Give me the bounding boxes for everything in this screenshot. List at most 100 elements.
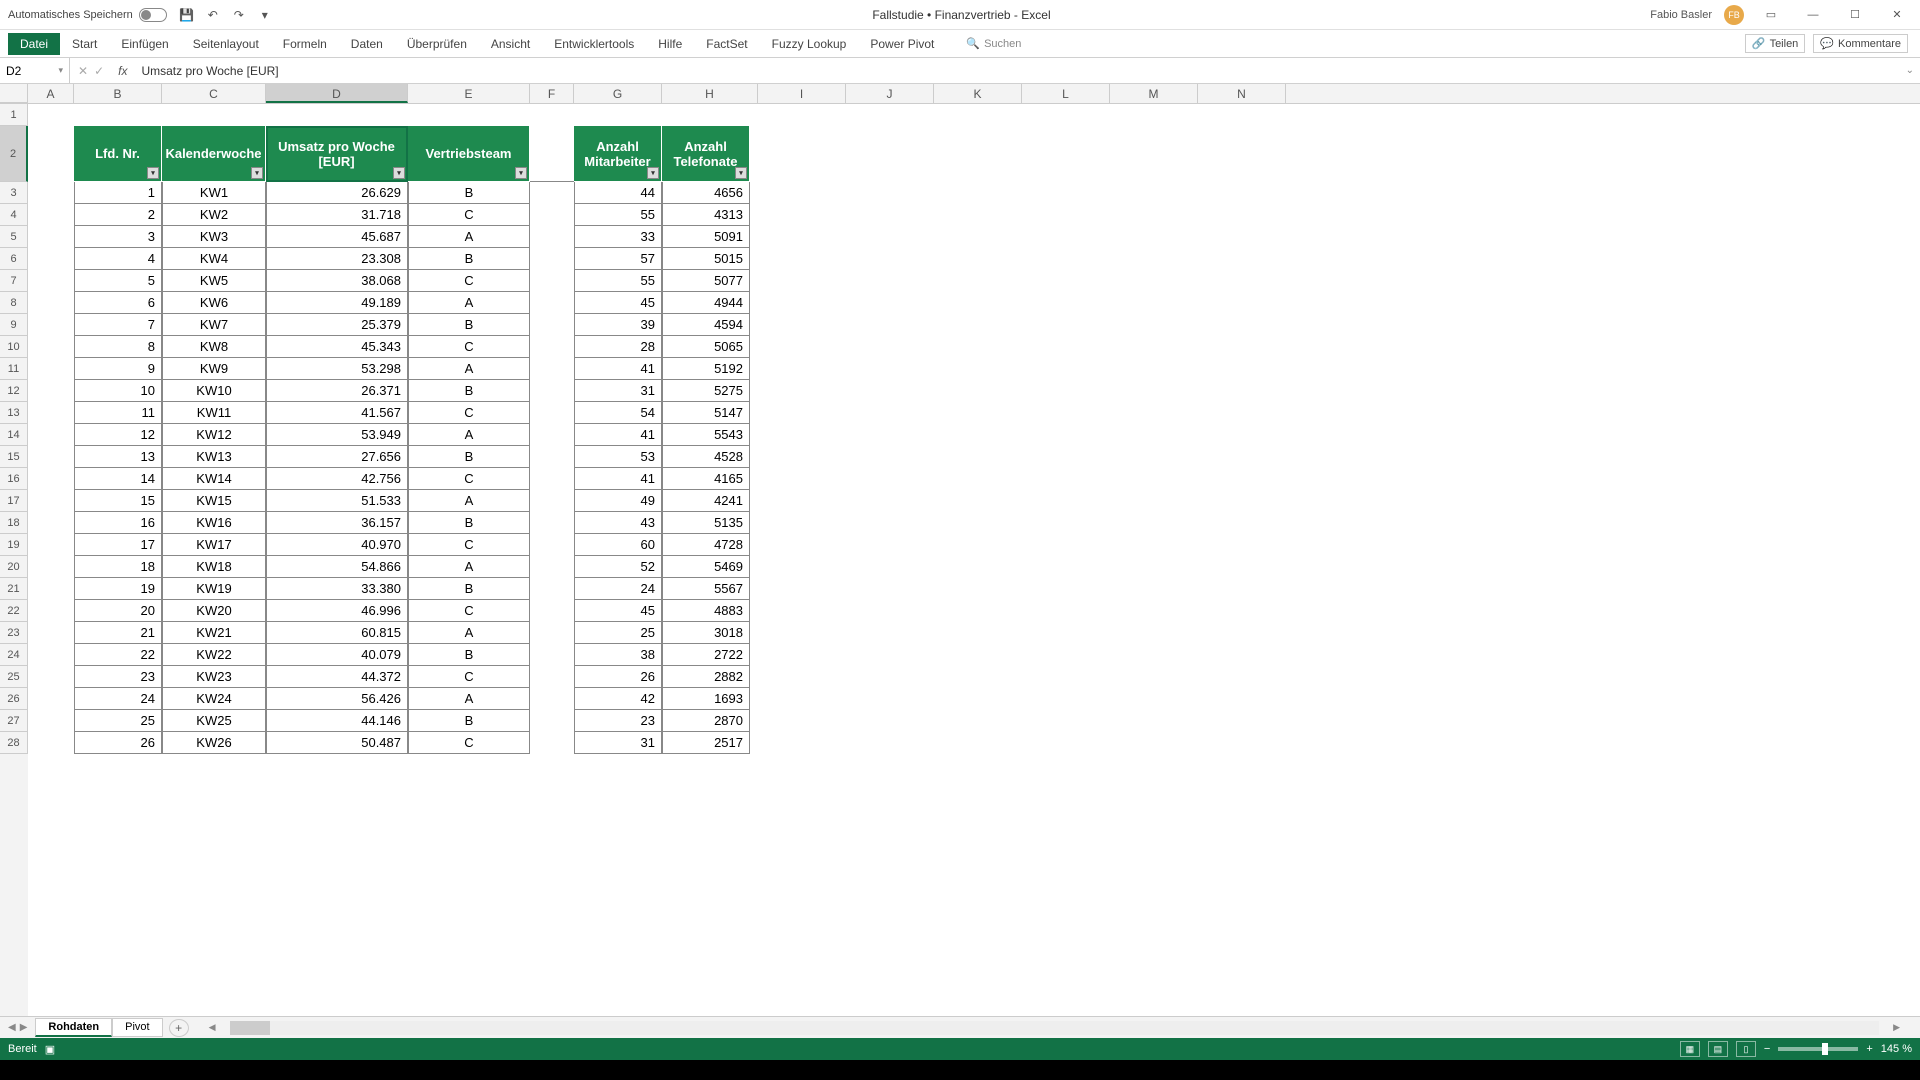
name-box[interactable]: ▾ bbox=[0, 58, 70, 83]
table-cell[interactable]: KW7 bbox=[162, 314, 266, 336]
table-cell[interactable]: 33.380 bbox=[266, 578, 408, 600]
table-cell[interactable]: 5567 bbox=[662, 578, 750, 600]
close-icon[interactable]: ✕ bbox=[1882, 5, 1912, 25]
table-cell[interactable]: 20 bbox=[74, 600, 162, 622]
table-cell[interactable]: 55 bbox=[574, 270, 662, 292]
table-cell[interactable]: 5077 bbox=[662, 270, 750, 292]
column-header-A[interactable]: A bbox=[28, 84, 74, 103]
table-cell[interactable]: KW25 bbox=[162, 710, 266, 732]
page-layout-view-icon[interactable]: ▤ bbox=[1708, 1041, 1728, 1057]
data-table[interactable]: Lfd. Nr.▾Kalenderwoche▾Umsatz pro Woche … bbox=[74, 126, 750, 754]
table-cell[interactable]: 3 bbox=[74, 226, 162, 248]
cell-reference-input[interactable] bbox=[6, 64, 58, 78]
zoom-out-icon[interactable]: − bbox=[1764, 1043, 1770, 1055]
table-cell[interactable]: 16 bbox=[74, 512, 162, 534]
share-button[interactable]: 🔗 Teilen bbox=[1745, 34, 1805, 53]
table-cell[interactable]: 5 bbox=[74, 270, 162, 292]
ribbon-tab-ansicht[interactable]: Ansicht bbox=[479, 33, 542, 55]
row-header-2[interactable]: 2 bbox=[0, 126, 28, 182]
table-cell[interactable]: 56.426 bbox=[266, 688, 408, 710]
toggle-switch[interactable] bbox=[139, 8, 167, 22]
autosave-toggle[interactable]: Automatisches Speichern bbox=[8, 8, 167, 22]
table-cell[interactable]: A bbox=[408, 622, 530, 644]
ribbon-tab-einfügen[interactable]: Einfügen bbox=[109, 33, 180, 55]
scroll-thumb[interactable] bbox=[230, 1021, 270, 1035]
column-header-F[interactable]: F bbox=[530, 84, 574, 103]
table-header-lfd[interactable]: Lfd. Nr.▾ bbox=[74, 126, 162, 182]
table-cell[interactable]: 9 bbox=[74, 358, 162, 380]
record-macro-icon[interactable]: ▣ bbox=[45, 1043, 55, 1056]
row-header-23[interactable]: 23 bbox=[0, 622, 28, 644]
horizontal-scrollbar[interactable]: ◀ ▶ bbox=[209, 1021, 1900, 1035]
row-header-7[interactable]: 7 bbox=[0, 270, 28, 292]
table-cell[interactable]: 4528 bbox=[662, 446, 750, 468]
column-header-H[interactable]: H bbox=[662, 84, 758, 103]
ribbon-tab-daten[interactable]: Daten bbox=[339, 33, 395, 55]
table-cell[interactable]: C bbox=[408, 600, 530, 622]
normal-view-icon[interactable]: ▦ bbox=[1680, 1041, 1700, 1057]
table-cell[interactable]: 17 bbox=[74, 534, 162, 556]
table-row[interactable]: 9KW953.298A415192 bbox=[74, 358, 750, 380]
table-cell[interactable]: 26.629 bbox=[266, 182, 408, 204]
ribbon-tab-factset[interactable]: FactSet bbox=[694, 33, 759, 55]
table-cell[interactable]: 4656 bbox=[662, 182, 750, 204]
table-cell[interactable]: KW11 bbox=[162, 402, 266, 424]
row-header-25[interactable]: 25 bbox=[0, 666, 28, 688]
table-cell[interactable]: 60.815 bbox=[266, 622, 408, 644]
table-cell[interactable]: 4883 bbox=[662, 600, 750, 622]
table-cell[interactable]: KW18 bbox=[162, 556, 266, 578]
table-cell[interactable]: 5275 bbox=[662, 380, 750, 402]
table-row[interactable]: 6KW649.189A454944 bbox=[74, 292, 750, 314]
table-row[interactable]: 23KW2344.372C262882 bbox=[74, 666, 750, 688]
table-cell[interactable]: B bbox=[408, 248, 530, 270]
table-cell[interactable]: KW2 bbox=[162, 204, 266, 226]
table-row[interactable]: 18KW1854.866A525469 bbox=[74, 556, 750, 578]
sheet-nav-prev-icon[interactable]: ◀ bbox=[8, 1022, 16, 1033]
table-row[interactable]: 26KW2650.487C312517 bbox=[74, 732, 750, 754]
row-header-22[interactable]: 22 bbox=[0, 600, 28, 622]
table-cell[interactable]: B bbox=[408, 578, 530, 600]
row-header-18[interactable]: 18 bbox=[0, 512, 28, 534]
table-cell[interactable]: 53 bbox=[574, 446, 662, 468]
table-cell[interactable]: KW15 bbox=[162, 490, 266, 512]
table-cell[interactable]: KW19 bbox=[162, 578, 266, 600]
ribbon-tab-entwicklertools[interactable]: Entwicklertools bbox=[542, 33, 646, 55]
table-cell[interactable]: 7 bbox=[74, 314, 162, 336]
table-cell[interactable]: B bbox=[408, 380, 530, 402]
row-header-3[interactable]: 3 bbox=[0, 182, 28, 204]
table-row[interactable]: 14KW1442.756C414165 bbox=[74, 468, 750, 490]
table-cell[interactable]: 3018 bbox=[662, 622, 750, 644]
table-cell[interactable]: 12 bbox=[74, 424, 162, 446]
sheet-tab-rohdaten[interactable]: Rohdaten bbox=[35, 1018, 112, 1037]
zoom-level[interactable]: 145 % bbox=[1881, 1043, 1912, 1055]
column-header-N[interactable]: N bbox=[1198, 84, 1286, 103]
avatar[interactable]: FB bbox=[1724, 5, 1744, 25]
table-cell[interactable]: 50.487 bbox=[266, 732, 408, 754]
table-cell[interactable]: B bbox=[408, 512, 530, 534]
table-cell[interactable]: 5147 bbox=[662, 402, 750, 424]
table-cell[interactable]: 55 bbox=[574, 204, 662, 226]
table-cell[interactable]: 25.379 bbox=[266, 314, 408, 336]
table-cell[interactable]: 22 bbox=[74, 644, 162, 666]
table-cell[interactable]: B bbox=[408, 182, 530, 204]
table-row[interactable]: 22KW2240.079B382722 bbox=[74, 644, 750, 666]
row-header-14[interactable]: 14 bbox=[0, 424, 28, 446]
table-cell[interactable]: 38.068 bbox=[266, 270, 408, 292]
table-cell[interactable]: 42.756 bbox=[266, 468, 408, 490]
table-row[interactable]: 1KW126.629B444656 bbox=[74, 182, 750, 204]
row-header-16[interactable]: 16 bbox=[0, 468, 28, 490]
table-cell[interactable]: B bbox=[408, 446, 530, 468]
filter-icon[interactable]: ▾ bbox=[647, 167, 659, 179]
table-cell[interactable]: 5015 bbox=[662, 248, 750, 270]
table-cell[interactable]: 4165 bbox=[662, 468, 750, 490]
column-header-C[interactable]: C bbox=[162, 84, 266, 103]
row-header-8[interactable]: 8 bbox=[0, 292, 28, 314]
save-icon[interactable]: 💾 bbox=[179, 7, 195, 23]
table-cell[interactable]: B bbox=[408, 644, 530, 666]
formula-input[interactable]: Umsatz pro Woche [EUR] bbox=[133, 64, 1899, 78]
column-header-K[interactable]: K bbox=[934, 84, 1022, 103]
table-cell[interactable]: A bbox=[408, 490, 530, 512]
row-header-21[interactable]: 21 bbox=[0, 578, 28, 600]
table-row[interactable]: 16KW1636.157B435135 bbox=[74, 512, 750, 534]
table-cell[interactable]: KW23 bbox=[162, 666, 266, 688]
